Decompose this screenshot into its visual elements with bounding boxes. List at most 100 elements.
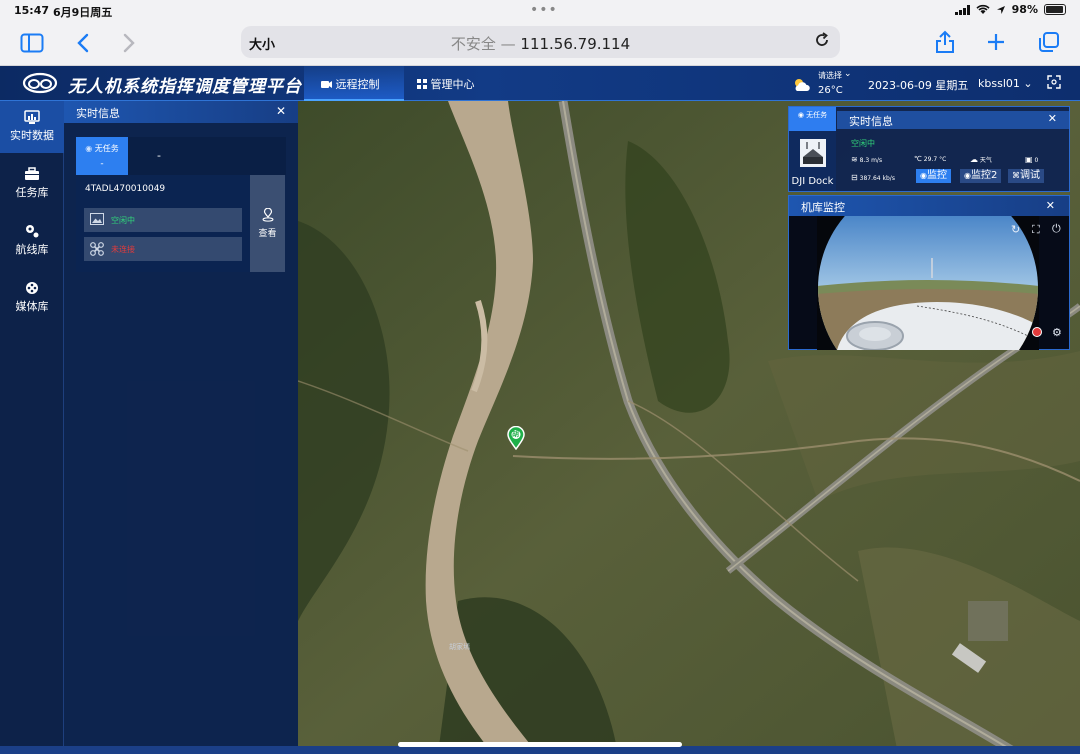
status-date: 6月9日周五 [53, 6, 113, 19]
fullscreen-icon[interactable] [1047, 75, 1061, 89]
drone-status-row[interactable]: 未连接 [84, 237, 242, 261]
tabs-overview-icon[interactable] [1038, 31, 1060, 53]
temperature: 26°C [818, 85, 843, 96]
sidebar-item-tasks[interactable]: 任务库 [0, 158, 64, 210]
tab-no-task[interactable]: ◉ 无任务 - [76, 137, 128, 175]
dot-icon: ◉ [797, 111, 804, 119]
monitor2-button[interactable]: ◉监控2 [960, 169, 1002, 183]
debug-button[interactable]: ⌘调试 [1008, 169, 1044, 183]
sidebar-item-label: 航线库 [15, 243, 49, 256]
tab-remote-control-label: 远程控制 [335, 78, 380, 91]
platform-logo-icon [22, 72, 58, 94]
tab-no-task-label: 无任务 [94, 144, 119, 153]
sidebar-item-label: 任务库 [15, 186, 49, 199]
eye-icon: ◉ [920, 171, 927, 180]
url-display[interactable]: 不安全 — 111.56.79.114 [241, 33, 840, 54]
current-date: 2023-06-09 星期五 [868, 79, 969, 92]
back-icon[interactable] [76, 33, 90, 53]
dock-info-panel: ◉ 无任务 DJI Dock 实时信息 ✕ 空闲中 ≋ 8.3 m/s ℃ 29… [788, 106, 1070, 192]
weather-stat: ☁ 天气 [970, 155, 992, 164]
media-count-value: 0 [1034, 157, 1039, 164]
drone-icon [90, 242, 104, 256]
tab-no-task-sub: - [100, 159, 104, 169]
hangar-monitor-panel: 机库监控 ✕ ↻ ⛶ ⏻ ⚙ [788, 195, 1070, 350]
sidebar-item-label: 实时数据 [10, 129, 54, 142]
settings-gear-icon[interactable]: ⚙ [1052, 326, 1062, 339]
partly-cloudy-icon [795, 79, 810, 91]
reload-icon[interactable] [813, 31, 831, 49]
view-button-label: 查看 [258, 229, 277, 239]
app-title: 无人机系统指挥调度管理平台 [68, 77, 302, 97]
address-bar[interactable]: 大小 不安全 — 111.56.79.114 [241, 26, 840, 58]
network-icon: ⊟ [851, 173, 858, 182]
network-rate: ⊟ 387.64 kb/s [851, 173, 895, 182]
dock-map-marker[interactable]: 胡 [507, 425, 525, 451]
screen: 15:47 6月9日周五 ••• 98% 大小 不安全 — 111.56.79.… [0, 0, 1080, 754]
tab-management-center-label: 管理中心 [430, 78, 475, 91]
weather-select-chevron-icon[interactable]: ⌄ [844, 69, 852, 79]
cloud-icon: ☁ [970, 155, 978, 164]
browser-toolbar: 大小 不安全 — 111.56.79.114 [0, 22, 1080, 66]
multitasking-dots-icon[interactable]: ••• [530, 2, 558, 18]
refresh-icon[interactable]: ↻ [1011, 223, 1020, 236]
drone-status-text: 未连接 [111, 245, 135, 254]
battery-icon [1044, 4, 1066, 15]
monitor-button[interactable]: ◉监控 [916, 169, 951, 183]
device-card: 4TADL470010049 空闲中 未连接 查看 [76, 175, 285, 272]
username: kbssl01 [978, 77, 1020, 90]
weather-select[interactable]: 请选择 [818, 70, 842, 81]
device-serial: 4TADL470010049 [85, 184, 166, 194]
sidebar-item-realtime[interactable]: 实时数据 [0, 101, 64, 153]
sidebar-item-routes[interactable]: 航线库 [0, 215, 64, 267]
dock-panel-header: 实时信息 ✕ [837, 111, 1069, 129]
dock-status-row[interactable]: 空闲中 [84, 208, 242, 232]
close-icon[interactable]: ✕ [1046, 199, 1055, 212]
tab-second[interactable]: - [134, 137, 184, 175]
insecure-label: 不安全 [450, 35, 496, 53]
sidebar-toggle-icon[interactable] [20, 33, 44, 53]
view-button[interactable]: 查看 [250, 175, 285, 272]
sidebar: 实时数据 任务库 航线库 媒体库 [0, 101, 64, 754]
dock-badge-label: 无任务 [806, 111, 828, 119]
wind-icon: ≋ [851, 155, 858, 164]
dock-panel-title: 实时信息 [849, 115, 893, 128]
network-rate-value: 387.64 kb/s [859, 175, 895, 182]
task-tabs: ◉ 无任务 - - [76, 137, 286, 175]
dock-status: 空闲中 [851, 139, 875, 148]
weather-value: 天气 [979, 157, 992, 164]
new-tab-icon[interactable] [986, 32, 1006, 52]
hangar-panel-header: 机库监控 ✕ [789, 196, 1069, 216]
map-pin-label: 胡 [512, 430, 519, 438]
bottom-bar [0, 746, 1080, 754]
home-indicator[interactable] [398, 742, 682, 747]
power-icon[interactable]: ⏻ [1052, 222, 1061, 236]
wind-speed-value: 8.3 m/s [859, 157, 883, 164]
wind-speed: ≋ 8.3 m/s [851, 155, 882, 164]
dock-device-icon [800, 139, 826, 167]
map-place-label: 胡家墕 [449, 643, 470, 651]
eye-icon: ◉ [964, 171, 971, 180]
url-separator: — [495, 35, 521, 53]
debug-icon: ⌘ [1012, 171, 1020, 180]
media-count: ▣ 0 [1025, 155, 1038, 164]
record-icon[interactable] [1032, 327, 1042, 337]
dock-task-badge: ◉ 无任务 [789, 107, 836, 131]
sidebar-item-media[interactable]: 媒体库 [0, 272, 64, 324]
share-icon[interactable] [935, 30, 955, 54]
forward-icon[interactable] [122, 33, 136, 53]
realtime-info-panel: 实时信息 ✕ ◉ 无任务 - - 4TADL470010049 空闲中 未连接 … [64, 101, 298, 754]
expand-icon[interactable]: ⛶ [1032, 223, 1040, 237]
location-icon [996, 5, 1005, 14]
close-icon[interactable]: ✕ [1048, 112, 1057, 125]
hangar-camera-feed[interactable] [817, 216, 1039, 350]
close-icon[interactable]: ✕ [276, 104, 286, 118]
panel-header: 实时信息 ✕ [64, 101, 298, 123]
dock-status-text: 空闲中 [111, 216, 135, 225]
fisheye-camera-image [817, 216, 1039, 350]
tab-remote-control[interactable]: 远程控制 [304, 66, 404, 101]
status-indicators: 98% [954, 3, 1066, 16]
tab-management-center[interactable]: 管理中心 [417, 66, 507, 101]
url-host: 111.56.79.114 [520, 35, 631, 53]
dot-icon: ◉ [85, 144, 93, 153]
user-menu[interactable]: kbssl01 ⌄ [978, 77, 1033, 90]
